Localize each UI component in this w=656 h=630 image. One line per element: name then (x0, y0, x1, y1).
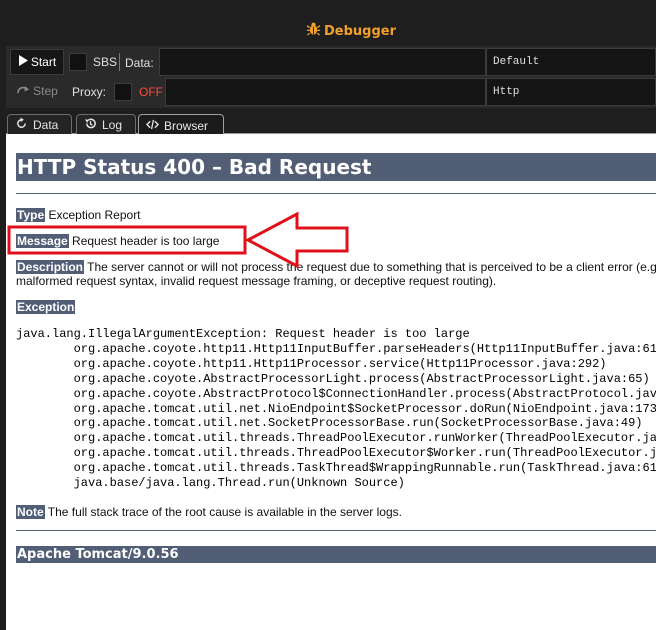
description-row: Description The server cannot or will no… (16, 260, 656, 274)
history-icon (84, 117, 97, 133)
type-key: Type (16, 208, 46, 222)
sbs-label: SBS (93, 55, 118, 69)
type-row: Type Exception Report (16, 208, 141, 222)
stack-trace-line: org.apache.tomcat.util.net.SocketProcess… (16, 416, 643, 431)
tab-bar: Data Log Browser (6, 108, 656, 136)
stack-trace-line: org.apache.tomcat.util.threads.TaskThrea… (16, 461, 656, 476)
message-value: Request header is too large (72, 234, 220, 248)
bug-icon (306, 21, 321, 41)
start-button-label: Start (30, 55, 57, 69)
data-mode-select[interactable]: Default (486, 48, 656, 76)
stack-trace-line: org.apache.tomcat.util.threads.ThreadPoo… (16, 446, 656, 461)
stack-trace-line: org.apache.tomcat.util.threads.ThreadPoo… (16, 431, 656, 446)
proxy-checkbox[interactable] (114, 83, 132, 101)
description-key: Description (16, 260, 85, 274)
stack-trace: java.lang.IllegalArgumentException: Requ… (16, 327, 656, 491)
note-row: Note The full stack trace of the root ca… (16, 505, 402, 519)
stack-trace-line: org.apache.coyote.http11.Http11InputBuff… (16, 341, 656, 356)
note-value: The full stack trace of the root cause i… (47, 505, 402, 519)
browser-view: HTTP Status 400 – Bad Request Type Excep… (6, 134, 656, 630)
toolbar-divider (119, 53, 120, 71)
proxy-state: OFF (139, 85, 163, 99)
tab-data-label: Data (33, 118, 59, 132)
title-bar: Debugger (0, 0, 656, 46)
sbs-checkbox[interactable] (69, 53, 87, 71)
type-value: Exception Report (48, 208, 141, 222)
play-icon (18, 55, 28, 69)
tab-browser-label: Browser (164, 118, 209, 133)
description-value-2: malformed request syntax, invalid reques… (16, 274, 497, 288)
step-button[interactable]: Step (10, 78, 64, 104)
start-button[interactable]: Start (10, 49, 64, 75)
description-row-continued: malformed request syntax, invalid reques… (16, 274, 496, 288)
message-row: Message Request header is too large (16, 234, 219, 248)
step-button-label: Step (33, 84, 58, 98)
stack-trace-line: java.lang.IllegalArgumentException: Requ… (16, 327, 470, 341)
proxy-mode-select[interactable]: Http (486, 78, 656, 106)
page-title: HTTP Status 400 – Bad Request (16, 153, 656, 181)
tab-log-label: Log (102, 118, 123, 132)
stack-trace-line: org.apache.coyote.http11.Http11Processor… (16, 356, 607, 371)
description-value: The server cannot or will not process th… (87, 260, 656, 274)
proxy-label: Proxy: (72, 85, 107, 99)
stack-trace-line: org.apache.coyote.AbstractProtocol$Conne… (16, 386, 656, 401)
divider (16, 193, 656, 194)
proxy-input[interactable] (165, 78, 486, 106)
code-icon (145, 118, 160, 134)
note-key: Note (16, 505, 45, 519)
redo-icon (16, 84, 30, 98)
divider (16, 530, 656, 531)
tab-data[interactable]: Data (7, 114, 72, 135)
window-title-text: Debugger (324, 23, 397, 39)
tab-browser[interactable]: Browser (138, 114, 224, 136)
stack-trace-line: org.apache.coyote.AbstractProcessorLight… (16, 371, 650, 386)
toolbar: Start Step SBS Data: Default Proxy: OFF … (6, 46, 656, 108)
exception-key: Exception (16, 300, 76, 314)
data-label: Data: (125, 56, 154, 70)
stack-trace-line: java.base/java.lang.Thread.run(Unknown S… (16, 476, 405, 491)
exception-row: Exception (16, 300, 76, 314)
stack-trace-line: org.apache.tomcat.util.net.NioEndpoint$S… (16, 401, 656, 416)
data-input[interactable] (159, 48, 486, 76)
server-footer: Apache Tomcat/9.0.56 (16, 546, 656, 563)
tab-log[interactable]: Log (76, 114, 136, 135)
message-key: Message (16, 234, 69, 248)
refresh-icon (15, 117, 28, 133)
window-title: Debugger (306, 21, 396, 41)
